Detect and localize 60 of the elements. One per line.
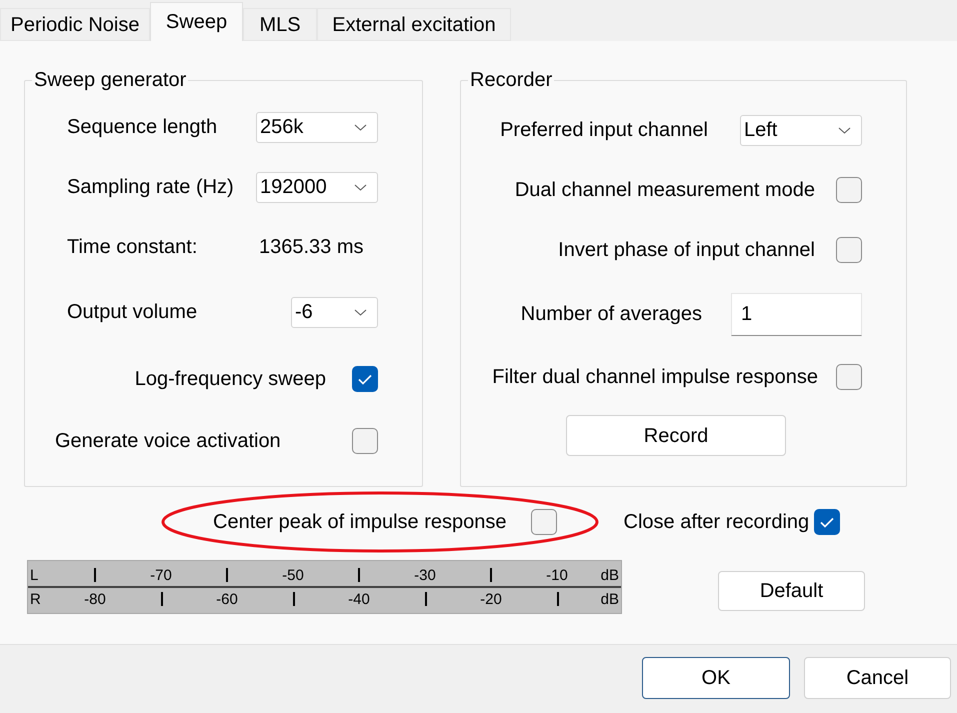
tab[interactable]: MLS [243,8,317,41]
check-icon [358,374,372,384]
tick-mark [425,592,426,606]
tab[interactable]: External excitation [317,8,511,41]
tick-mark [293,592,294,606]
field-label: Log-frequency sweep [134,367,326,392]
dropdown[interactable]: -6 [291,296,378,328]
chevron-down-icon [354,184,367,190]
unit-label: dB [600,566,619,586]
field-label: Invert phase of input channel [558,238,815,263]
checkbox[interactable] [814,509,840,535]
value-text: 1365.33 ms [258,235,364,260]
checkbox[interactable] [836,237,862,263]
field-label: Number of averages [520,302,702,327]
tick-mark [490,568,492,582]
tick-mark [94,568,96,582]
scale-label: -20 [480,590,502,610]
scale-label: -50 [282,566,304,586]
record-button[interactable]: Record [566,415,786,456]
tab[interactable]: Periodic Noise [0,8,150,41]
channel-label: R [30,590,41,610]
dropdown[interactable]: Left [740,114,862,146]
tab[interactable]: Sweep [150,2,243,41]
option-label: Close after recording [624,510,810,535]
field-label: Preferred input channel [500,118,708,143]
checkbox[interactable] [352,428,378,454]
scale-label: -80 [84,590,106,610]
input-field[interactable]: 1 [731,292,862,336]
dropdown[interactable]: 256k [256,112,378,142]
tick-mark [161,592,162,606]
scale-label: -70 [150,566,172,586]
ok-button[interactable]: OK [642,657,790,699]
field-label: Output volume [67,300,198,325]
scale-label: -30 [414,566,436,586]
field-label: Generate voice activation [55,429,281,454]
tick-mark [226,568,228,582]
field-label: Sampling rate (Hz) [67,175,235,200]
field-label: Time constant: [67,235,198,260]
check-icon [820,516,834,528]
default-button[interactable]: Default [718,571,865,611]
tick-mark [557,592,558,606]
scale-label: -60 [216,590,238,610]
channel-label: L [30,566,38,586]
checkbox[interactable] [352,366,378,392]
checkbox[interactable] [836,364,862,390]
checkbox[interactable] [530,509,556,535]
checkbox[interactable] [836,177,862,203]
field-label: Filter dual channel impulse response [492,365,818,390]
unit-label: dB [600,590,619,610]
tick-mark [358,568,360,582]
chevron-down-icon [838,126,851,134]
scale-label: -10 [546,566,568,586]
chevron-down-icon [354,308,367,316]
cancel-button[interactable]: Cancel [804,657,951,699]
dropdown[interactable]: 192000 [256,172,378,202]
scale-label: -40 [348,590,370,610]
field-label: Dual channel measurement mode [514,178,815,203]
field-label: Sequence length [67,115,218,140]
option-label: Center peak of impulse response [213,510,506,535]
chevron-down-icon [354,124,367,130]
